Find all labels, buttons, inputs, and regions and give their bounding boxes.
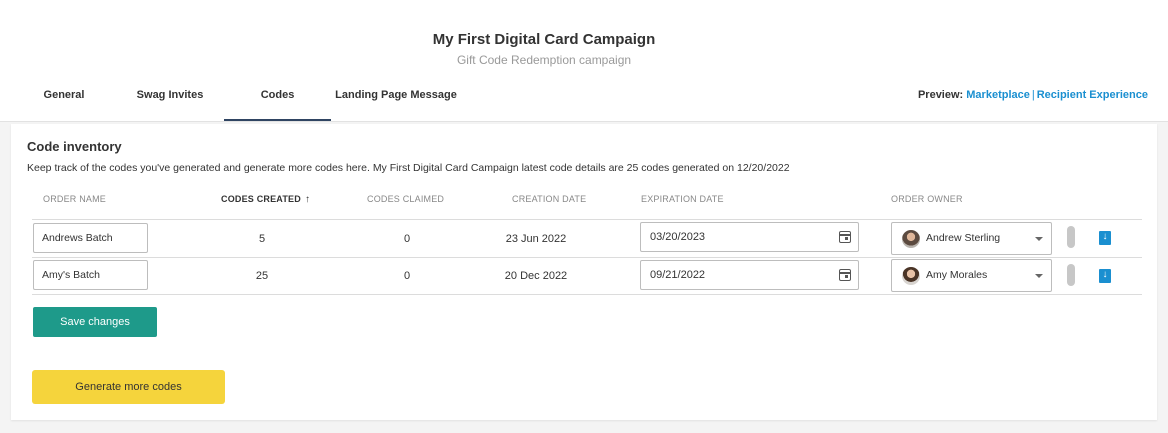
order-name-input[interactable]: Andrews Batch bbox=[33, 223, 148, 253]
chevron-down-icon bbox=[1035, 237, 1043, 241]
codes-claimed-value: 0 bbox=[403, 233, 411, 245]
calendar-icon[interactable] bbox=[839, 231, 851, 243]
preview-links: Preview: Marketplace | Recipient Experienc… bbox=[918, 89, 1148, 101]
marketplace-link[interactable]: Marketplace bbox=[966, 89, 1030, 101]
avatar bbox=[902, 267, 920, 285]
creation-date-value: 23 Jun 2022 bbox=[505, 233, 567, 245]
tab-general[interactable]: General bbox=[30, 77, 98, 121]
avatar bbox=[902, 230, 920, 248]
calendar-icon[interactable] bbox=[839, 269, 851, 281]
generate-more-codes-button[interactable]: Generate more codes bbox=[32, 370, 225, 404]
table-divider bbox=[32, 294, 1142, 295]
column-header-expiration-date[interactable]: EXPIRATION DATE bbox=[641, 194, 724, 204]
table-divider bbox=[32, 219, 1142, 220]
drag-handle[interactable] bbox=[1067, 226, 1075, 248]
expiration-date-input[interactable]: 09/21/2022 bbox=[640, 260, 859, 290]
column-header-order-name[interactable]: ORDER NAME bbox=[43, 194, 106, 204]
codes-created-value: 25 bbox=[255, 270, 269, 282]
preview-separator: | bbox=[1031, 89, 1035, 101]
download-icon[interactable] bbox=[1099, 268, 1111, 283]
expiration-date-value: 09/21/2022 bbox=[650, 269, 706, 281]
expiration-date-input[interactable]: 03/20/2023 bbox=[640, 222, 859, 252]
creation-date-value: 20 Dec 2022 bbox=[504, 270, 568, 282]
section-description: Keep track of the codes you've generated… bbox=[27, 162, 790, 174]
column-header-codes-created[interactable]: CODES CREATED ↑ bbox=[221, 194, 310, 205]
arrow-up-icon: ↑ bbox=[304, 194, 311, 205]
order-owner-name: Andrew Sterling bbox=[926, 232, 1001, 244]
page-subtitle: Gift Code Redemption campaign bbox=[456, 53, 632, 67]
order-owner-select[interactable]: Andrew Sterling bbox=[891, 222, 1052, 255]
tab-codes[interactable]: Codes bbox=[224, 77, 331, 121]
column-header-creation-date[interactable]: CREATION DATE bbox=[512, 194, 586, 204]
section-title: Code inventory bbox=[27, 139, 122, 154]
preview-label: Preview: bbox=[917, 89, 964, 101]
tab-landing-page-message[interactable]: Landing Page Message bbox=[331, 77, 461, 121]
chevron-down-icon bbox=[1035, 274, 1043, 278]
table-divider bbox=[32, 257, 1142, 258]
column-header-order-owner[interactable]: ORDER OWNER bbox=[891, 194, 963, 204]
download-icon[interactable] bbox=[1099, 230, 1111, 245]
tab-swag-invites[interactable]: Swag Invites bbox=[126, 77, 214, 121]
code-inventory-card: Code inventory Keep track of the codes y… bbox=[11, 124, 1157, 420]
drag-handle[interactable] bbox=[1067, 264, 1075, 286]
save-changes-button[interactable]: Save changes bbox=[33, 307, 157, 337]
order-owner-select[interactable]: Amy Morales bbox=[891, 259, 1052, 292]
codes-claimed-value: 0 bbox=[403, 270, 411, 282]
column-header-codes-claimed[interactable]: CODES CLAIMED bbox=[367, 194, 444, 204]
page-title: My First Digital Card Campaign bbox=[432, 31, 656, 48]
order-owner-name: Amy Morales bbox=[926, 269, 988, 281]
codes-created-value: 5 bbox=[258, 233, 266, 245]
column-header-codes-created-label: CODES CREATED bbox=[221, 194, 301, 204]
campaign-header: My First Digital Card Campaign Gift Code… bbox=[0, 0, 1168, 122]
recipient-experience-link[interactable]: Recipient Experience bbox=[1037, 89, 1148, 101]
expiration-date-value: 03/20/2023 bbox=[650, 231, 706, 243]
order-name-input[interactable]: Amy's Batch bbox=[33, 260, 148, 290]
